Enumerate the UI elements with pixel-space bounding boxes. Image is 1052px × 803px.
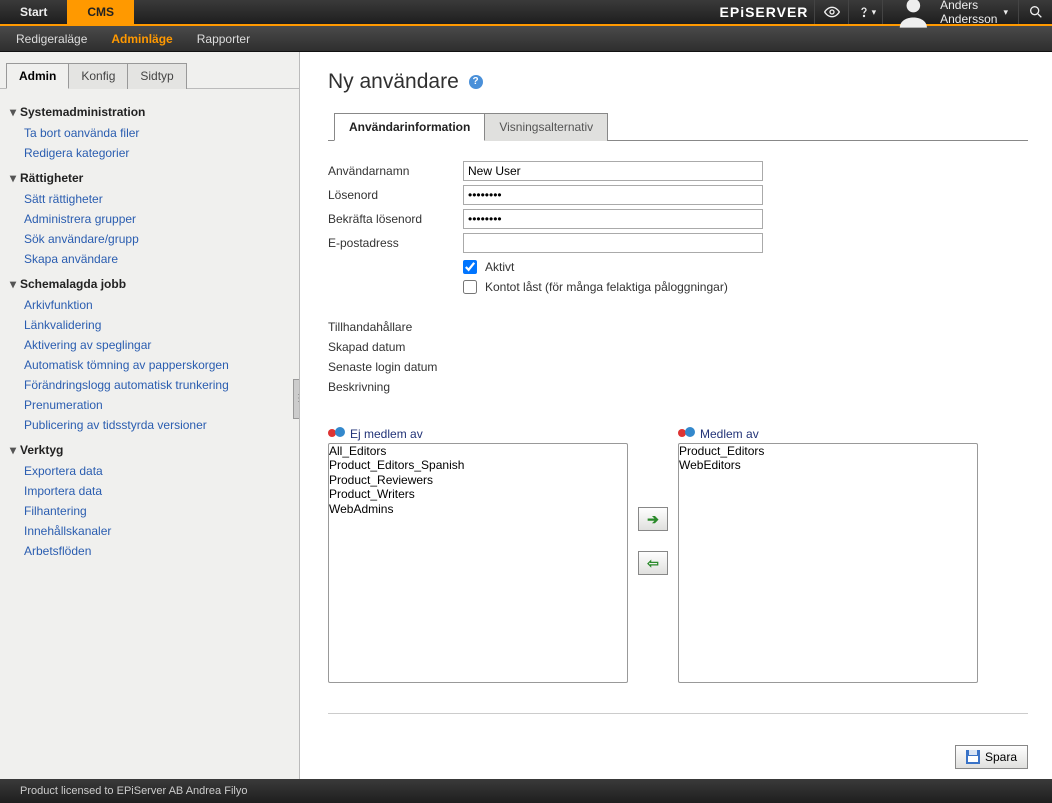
- nav-item[interactable]: Ta bort oanvända filer: [6, 123, 293, 143]
- tab-display-options[interactable]: Visningsalternativ: [485, 113, 608, 141]
- list-item[interactable]: Product_Editors: [679, 444, 977, 458]
- nav-group-tools[interactable]: ▾Verktyg: [6, 435, 293, 461]
- nav-item[interactable]: Administrera grupper: [6, 209, 293, 229]
- not-member-header: Ej medlem av: [328, 427, 628, 443]
- page-title: Ny användare ?: [328, 70, 1028, 94]
- group-icon: [678, 427, 696, 441]
- preview-icon[interactable]: [814, 0, 848, 24]
- nav-group-scheduled[interactable]: ▾Schemalagda jobb: [6, 269, 293, 295]
- nav-item[interactable]: Sök användare/grupp: [6, 229, 293, 249]
- nav-item[interactable]: Redigera kategorier: [6, 143, 293, 163]
- nav-item[interactable]: Sätt rättigheter: [6, 189, 293, 209]
- sidetab-admin[interactable]: Admin: [6, 63, 69, 89]
- nav-list: ▾Systemadministration Ta bort oanvända f…: [0, 89, 299, 569]
- nav-item[interactable]: Förändringslogg automatisk trunkering: [6, 375, 293, 395]
- meta-lastlogin: Senaste login datum: [328, 357, 1028, 377]
- email-label: E-postadress: [328, 236, 463, 250]
- remove-from-member-button[interactable]: ⇦: [638, 551, 668, 575]
- nav-item[interactable]: Exportera data: [6, 461, 293, 481]
- nav-item[interactable]: Innehållskanaler: [6, 521, 293, 541]
- user-name: Anders Andersson: [940, 0, 997, 26]
- meta-list: Tillhandahållare Skapad datum Senaste lo…: [328, 317, 1028, 397]
- license-text: Product licensed to EPiServer AB Andrea …: [20, 785, 247, 797]
- username-input[interactable]: [463, 161, 763, 181]
- group-icon: [328, 427, 346, 441]
- confirm-password-label: Bekräfta lösenord: [328, 212, 463, 226]
- nav-item[interactable]: Prenumeration: [6, 395, 293, 415]
- nav-item[interactable]: Automatisk tömning av papperskorgen: [6, 355, 293, 375]
- member-header: Medlem av: [678, 427, 978, 443]
- nav-item[interactable]: Filhantering: [6, 501, 293, 521]
- username-label: Användarnamn: [328, 164, 463, 178]
- content-area: Ny användare ? Användarinformation Visni…: [300, 52, 1052, 779]
- nav-item[interactable]: Arkivfunktion: [6, 295, 293, 315]
- sidebar: Admin Konfig Sidtyp ▾Systemadministratio…: [0, 52, 300, 779]
- add-to-member-button[interactable]: ➔: [638, 507, 668, 531]
- member-list[interactable]: Product_EditorsWebEditors: [678, 443, 978, 683]
- nav-item[interactable]: Länkvalidering: [6, 315, 293, 335]
- nav-item[interactable]: Publicering av tidsstyrda versioner: [6, 415, 293, 435]
- sidetab-pagetype[interactable]: Sidtyp: [128, 63, 186, 89]
- topnav-cms[interactable]: CMS: [67, 0, 134, 24]
- meta-created: Skapad datum: [328, 337, 1028, 357]
- active-label: Aktivt: [485, 260, 514, 274]
- not-member-list[interactable]: All_EditorsProduct_Editors_SpanishProduc…: [328, 443, 628, 683]
- search-icon[interactable]: [1018, 0, 1052, 24]
- active-checkbox[interactable]: [463, 260, 477, 274]
- list-item[interactable]: Product_Writers: [329, 487, 627, 501]
- locked-checkbox[interactable]: [463, 280, 477, 294]
- topnav-start[interactable]: Start: [0, 0, 67, 24]
- sidebar-resize-handle[interactable]: [293, 379, 299, 419]
- nav-group-rights[interactable]: ▾Rättigheter: [6, 163, 293, 189]
- content-tabstrip: Användarinformation Visningsalternativ: [328, 112, 1028, 141]
- nav-item[interactable]: Arbetsflöden: [6, 541, 293, 561]
- nav-item[interactable]: Aktivering av speglingar: [6, 335, 293, 355]
- confirm-password-input[interactable]: [463, 209, 763, 229]
- password-label: Lösenord: [328, 188, 463, 202]
- subnav-edit[interactable]: Redigeraläge: [6, 28, 97, 50]
- arrow-left-icon: ⇦: [647, 555, 659, 571]
- list-item[interactable]: Product_Reviewers: [329, 473, 627, 487]
- password-input[interactable]: [463, 185, 763, 205]
- list-item[interactable]: WebEditors: [679, 458, 977, 472]
- save-icon: [966, 750, 980, 764]
- email-input[interactable]: [463, 233, 763, 253]
- meta-provider: Tillhandahållare: [328, 317, 1028, 337]
- locked-label: Kontot låst (för många felaktiga påloggn…: [485, 280, 728, 294]
- meta-description: Beskrivning: [328, 377, 1028, 397]
- save-button[interactable]: Spara: [955, 745, 1028, 769]
- help-circle-icon[interactable]: ?: [469, 75, 483, 89]
- sidetab-config[interactable]: Konfig: [69, 63, 128, 89]
- top-bar: Start CMS EPiSERVER ▾ Anders Andersson ▾: [0, 0, 1052, 26]
- user-menu[interactable]: Anders Andersson ▾: [882, 0, 1018, 24]
- tab-user-info[interactable]: Användarinformation: [334, 113, 485, 141]
- help-icon[interactable]: ▾: [848, 0, 882, 24]
- nav-item[interactable]: Skapa användare: [6, 249, 293, 269]
- arrow-right-icon: ➔: [647, 511, 659, 527]
- brand-logo: EPiSERVER: [720, 0, 815, 24]
- subnav-admin[interactable]: Adminläge: [101, 28, 182, 50]
- list-item[interactable]: All_Editors: [329, 444, 627, 458]
- list-item[interactable]: WebAdmins: [329, 502, 627, 516]
- footer: Product licensed to EPiServer AB Andrea …: [0, 779, 1052, 803]
- nav-group-sysadmin[interactable]: ▾Systemadministration: [6, 97, 293, 123]
- subnav-reports[interactable]: Rapporter: [187, 28, 260, 50]
- list-item[interactable]: Product_Editors_Spanish: [329, 458, 627, 472]
- nav-item[interactable]: Importera data: [6, 481, 293, 501]
